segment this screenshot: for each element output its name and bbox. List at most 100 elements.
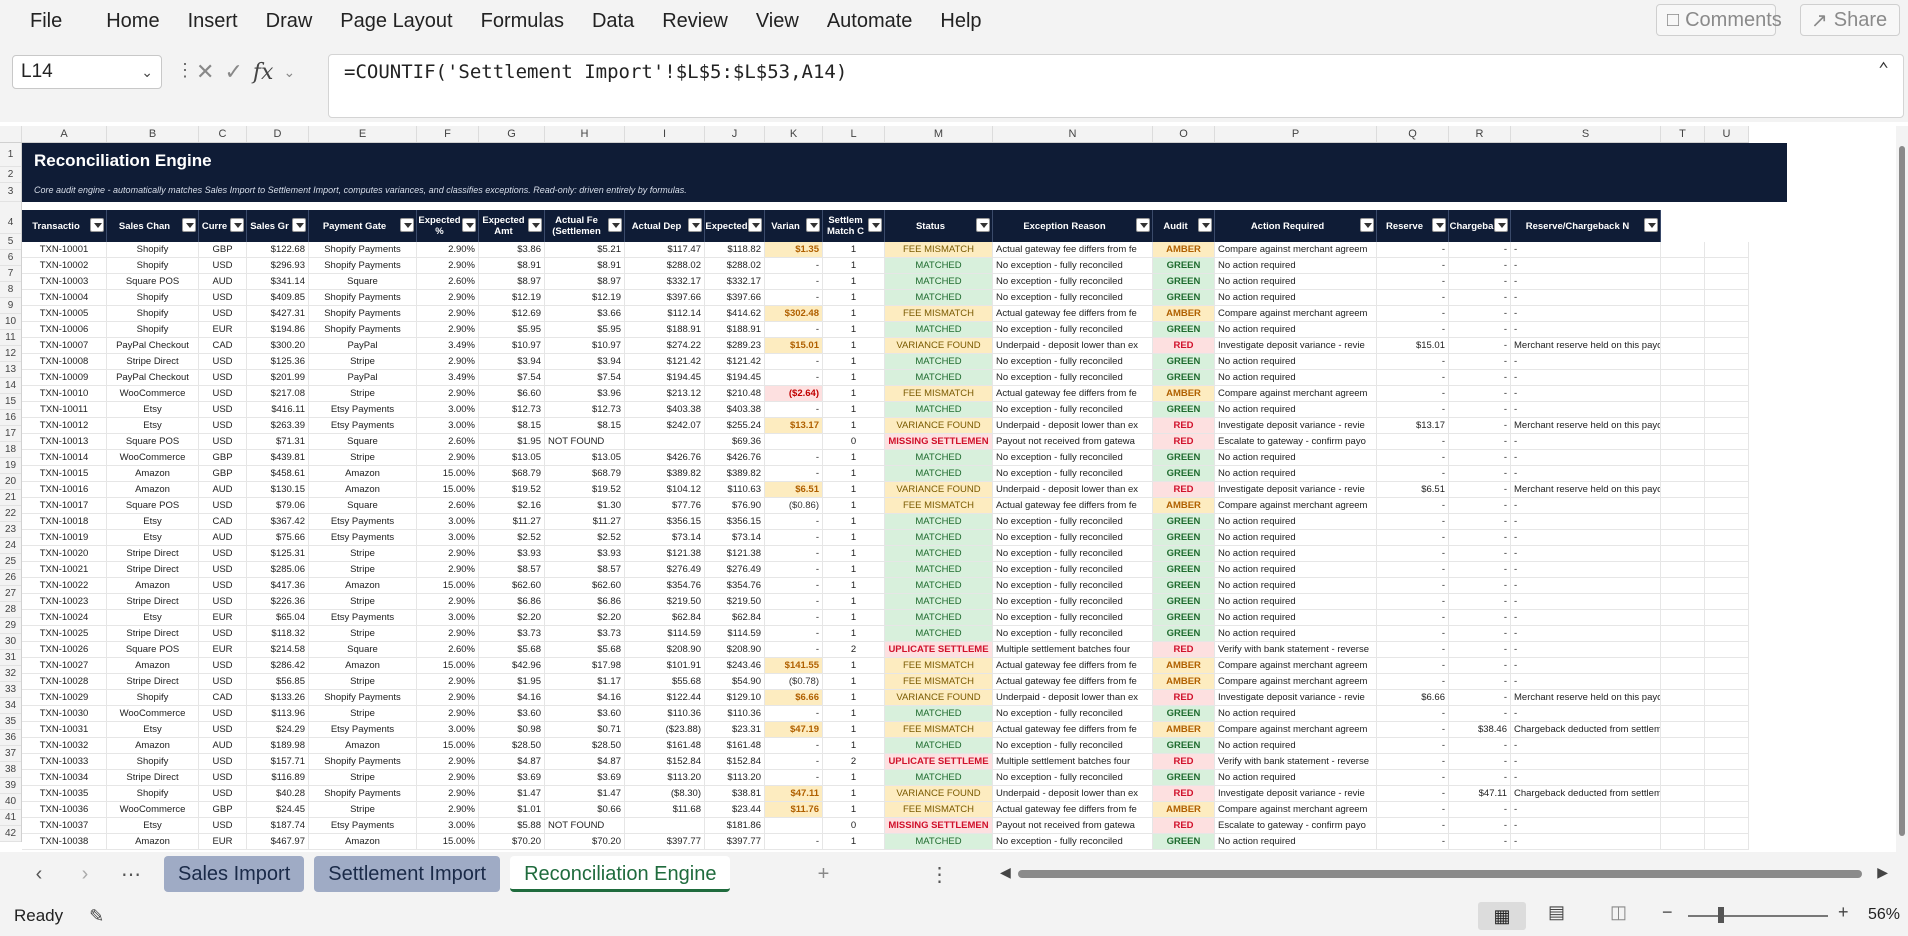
table-cell[interactable]: - (1449, 386, 1511, 402)
table-cell[interactable]: $276.49 (705, 562, 765, 578)
table-cell[interactable] (1661, 738, 1705, 754)
table-cell[interactable]: $129.10 (705, 690, 765, 706)
row-header[interactable]: 25 (0, 554, 21, 570)
table-cell[interactable]: GBP (199, 466, 247, 482)
table-cell[interactable] (1705, 306, 1749, 322)
table-cell[interactable]: No exception - fully reconciled (993, 594, 1153, 610)
table-cell[interactable]: - (1449, 754, 1511, 770)
table-cell[interactable]: No exception - fully reconciled (993, 578, 1153, 594)
table-cell[interactable]: Stripe Direct (107, 674, 199, 690)
table-cell[interactable]: GREEN (1153, 562, 1215, 578)
table-cell[interactable]: Compare against merchant agreem (1215, 722, 1377, 738)
menu-review[interactable]: Review (648, 0, 742, 42)
table-cell[interactable]: Verify with bank statement - reverse (1215, 754, 1377, 770)
table-cell[interactable]: $70.20 (545, 834, 625, 850)
filter-dropdown-icon[interactable] (90, 218, 104, 232)
table-cell[interactable] (1661, 418, 1705, 434)
table-cell[interactable]: - (1511, 578, 1661, 594)
table-cell[interactable] (1705, 610, 1749, 626)
table-cell[interactable]: GREEN (1153, 738, 1215, 754)
table-cell[interactable]: WooCommerce (107, 706, 199, 722)
table-cell[interactable]: Etsy Payments (309, 610, 417, 626)
table-cell[interactable]: $296.93 (247, 258, 309, 274)
table-cell[interactable]: $208.90 (625, 642, 705, 658)
table-cell[interactable]: 2.90% (417, 706, 479, 722)
table-cell[interactable]: $194.86 (247, 322, 309, 338)
table-cell[interactable]: 2.90% (417, 674, 479, 690)
table-cell[interactable]: $152.84 (705, 754, 765, 770)
table-cell[interactable]: Shopify (107, 290, 199, 306)
table-cell[interactable]: - (1377, 626, 1449, 642)
row-header[interactable]: 2 (0, 167, 21, 183)
table-cell[interactable]: MATCHED (885, 738, 993, 754)
table-cell[interactable]: - (1377, 578, 1449, 594)
table-cell[interactable]: $133.26 (247, 690, 309, 706)
table-cell[interactable]: $439.81 (247, 450, 309, 466)
row-header[interactable]: 21 (0, 490, 21, 506)
table-cell[interactable]: - (1511, 354, 1661, 370)
table-cell[interactable]: $356.15 (705, 514, 765, 530)
row-header[interactable]: 39 (0, 778, 21, 794)
table-cell[interactable]: - (1449, 770, 1511, 786)
table-cell[interactable]: - (1377, 258, 1449, 274)
table-cell[interactable]: GBP (199, 450, 247, 466)
table-cell[interactable]: No exception - fully reconciled (993, 450, 1153, 466)
table-cell[interactable]: $289.23 (705, 338, 765, 354)
table-cell[interactable]: $8.15 (479, 418, 545, 434)
table-cell[interactable]: $28.50 (479, 738, 545, 754)
table-cell[interactable]: TXN-10031 (22, 722, 107, 738)
table-cell[interactable]: TXN-10003 (22, 274, 107, 290)
table-cell[interactable]: Square POS (107, 498, 199, 514)
table-cell[interactable]: Stripe (309, 562, 417, 578)
table-cell[interactable]: 1 (823, 786, 885, 802)
table-cell[interactable] (1661, 514, 1705, 530)
table-cell[interactable] (1705, 354, 1749, 370)
filter-dropdown-icon[interactable] (608, 218, 622, 232)
table-cell[interactable]: No action required (1215, 466, 1377, 482)
table-cell[interactable]: TXN-10036 (22, 802, 107, 818)
table-cell[interactable] (1705, 818, 1749, 834)
table-cell[interactable]: Investigate deposit variance - revie (1215, 482, 1377, 498)
table-cell[interactable]: $10.97 (545, 338, 625, 354)
table-cell[interactable]: - (765, 514, 823, 530)
table-cell[interactable]: MATCHED (885, 626, 993, 642)
table-cell[interactable]: $47.19 (765, 722, 823, 738)
table-cell[interactable]: TXN-10005 (22, 306, 107, 322)
table-cell[interactable]: - (1377, 802, 1449, 818)
scroll-left-icon[interactable]: ◀ (1000, 864, 1011, 881)
table-cell[interactable]: Compare against merchant agreem (1215, 658, 1377, 674)
more-sheets-icon[interactable]: ⋯ (108, 862, 154, 887)
table-cell[interactable]: PayPal (309, 338, 417, 354)
table-cell[interactable]: GREEN (1153, 450, 1215, 466)
row-header[interactable]: 20 (0, 474, 21, 490)
table-cell[interactable]: 1 (823, 690, 885, 706)
table-cell[interactable]: AUD (199, 482, 247, 498)
column-header-l[interactable]: L (823, 126, 885, 142)
filter-dropdown-icon[interactable] (528, 218, 542, 232)
table-cell[interactable]: Etsy (107, 514, 199, 530)
table-cell[interactable]: Etsy Payments (309, 818, 417, 834)
table-cell[interactable] (1661, 530, 1705, 546)
table-cell[interactable]: ($0.78) (765, 674, 823, 690)
row-header[interactable]: 3 (0, 183, 21, 202)
table-cell[interactable]: $118.32 (247, 626, 309, 642)
table-cell[interactable]: - (1377, 322, 1449, 338)
table-cell[interactable]: 2.90% (417, 594, 479, 610)
table-cell[interactable]: $274.22 (625, 338, 705, 354)
table-cell[interactable]: $5.21 (545, 242, 625, 258)
table-cell[interactable]: USD (199, 562, 247, 578)
table-cell[interactable]: MISSING SETTLEMEN (885, 818, 993, 834)
vertical-scrollbar[interactable] (1896, 126, 1908, 852)
table-cell[interactable]: Etsy (107, 418, 199, 434)
table-cell[interactable]: - (1449, 258, 1511, 274)
table-cell[interactable]: - (1449, 434, 1511, 450)
table-cell[interactable]: $114.59 (625, 626, 705, 642)
table-cell[interactable]: ($0.86) (765, 498, 823, 514)
table-cell[interactable] (1705, 690, 1749, 706)
table-cell[interactable]: $113.20 (625, 770, 705, 786)
table-cell[interactable]: MATCHED (885, 258, 993, 274)
table-cell[interactable]: $54.90 (705, 674, 765, 690)
table-cell[interactable]: $300.20 (247, 338, 309, 354)
table-cell[interactable]: - (1377, 546, 1449, 562)
table-cell[interactable]: $3.73 (545, 626, 625, 642)
